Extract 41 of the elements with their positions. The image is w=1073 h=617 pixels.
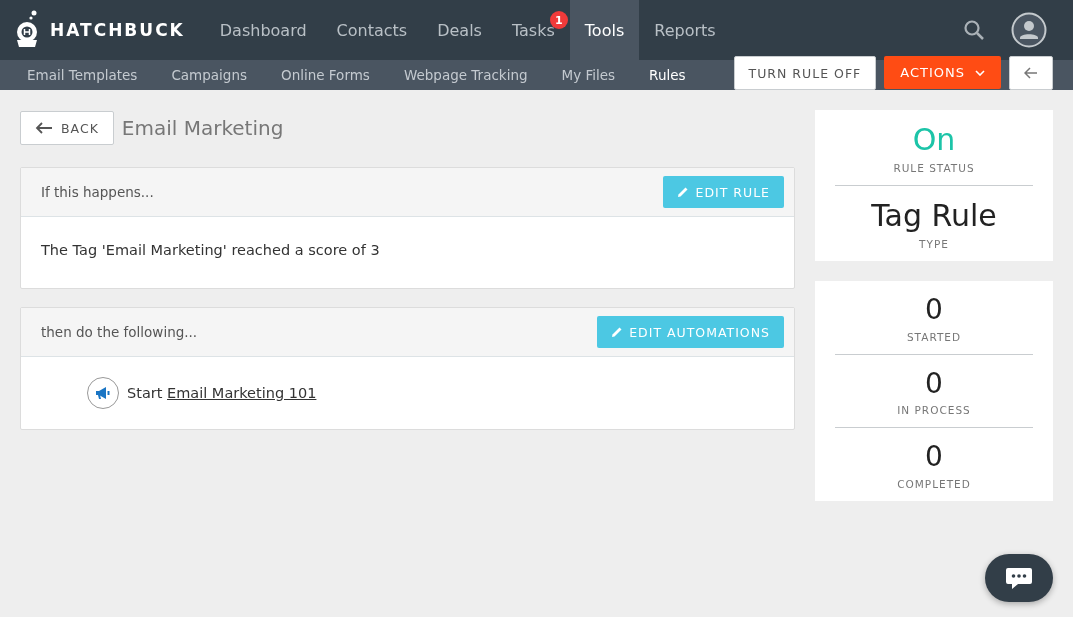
stat-label: STARTED xyxy=(906,330,962,343)
stat-value: 0 xyxy=(925,440,943,474)
nav-tab[interactable]: Tools xyxy=(569,0,640,60)
nav-tab[interactable]: Dashboard xyxy=(204,0,322,60)
pencil-icon xyxy=(677,186,690,198)
campaign-link[interactable]: Email Marketing 101 xyxy=(167,385,317,401)
stat-label: TYPE xyxy=(919,238,949,250)
nav-tab[interactable]: Deals xyxy=(422,0,497,60)
arrow-left-icon xyxy=(35,122,53,134)
card-heading: If this happens... xyxy=(41,184,154,200)
chat-button[interactable] xyxy=(985,554,1053,602)
subnav-tab[interactable]: Webpage Tracking xyxy=(386,67,545,83)
stat-label: RULE STATUS xyxy=(893,162,975,174)
back-arrow-button[interactable] xyxy=(1009,56,1053,90)
search-icon[interactable] xyxy=(963,19,985,41)
subnav-tab[interactable]: Online Forms xyxy=(264,67,387,83)
automation-text: Start Email Marketing 101 xyxy=(127,385,317,401)
chat-bubble-icon xyxy=(1005,566,1033,590)
stat-value: 0 xyxy=(925,366,943,401)
card-heading: then do the following... xyxy=(41,324,198,340)
pencil-icon xyxy=(611,326,624,338)
page-title: Email Marketing xyxy=(121,116,284,140)
stat-value: 0 xyxy=(925,293,943,327)
nav-tab[interactable]: Contacts xyxy=(321,0,423,60)
stat-value: On xyxy=(912,122,956,158)
subnav-tab[interactable]: Rules xyxy=(632,67,703,83)
arrow-left-icon xyxy=(1024,67,1038,79)
nav-tab[interactable]: Reports xyxy=(639,0,731,60)
rule-description: The Tag 'Email Marketing' reached a score of 3 xyxy=(40,241,381,260)
stat-label: COMPLETED xyxy=(897,477,971,490)
brand-name: HATCHBUCK xyxy=(50,20,185,40)
stat-label: IN PROCESS xyxy=(897,404,971,417)
actions-button[interactable]: ACTIONS xyxy=(884,56,1001,89)
caret-icon xyxy=(975,69,985,76)
subnav-tab[interactable]: My Files xyxy=(544,67,633,83)
subnav-tab[interactable]: Email Templates xyxy=(10,67,155,83)
user-avatar-icon[interactable] xyxy=(1011,12,1047,48)
subnav-tab[interactable]: Campaigns xyxy=(154,67,264,83)
turn-rule-off-button[interactable]: TURN RULE OFF xyxy=(733,56,877,90)
stat-value: Tag Rule xyxy=(871,198,997,234)
back-button[interactable]: BACK xyxy=(20,111,114,145)
